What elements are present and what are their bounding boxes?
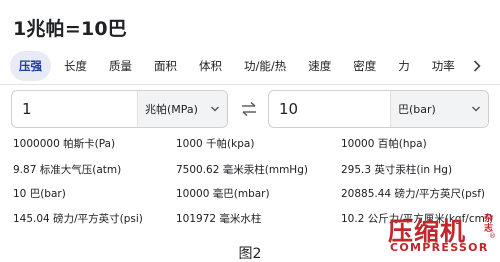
- to-value-field[interactable]: 10 巴(bar): [268, 90, 489, 128]
- result-item: 7500.62 毫米汞柱(mmHg): [176, 164, 308, 176]
- swap-arrows-icon[interactable]: [239, 99, 259, 119]
- tab-volume[interactable]: 体积: [190, 51, 231, 81]
- from-value-field[interactable]: 1 兆帕(MPa): [11, 90, 228, 128]
- tab-speed[interactable]: 速度: [299, 51, 340, 81]
- tab-density[interactable]: 密度: [344, 51, 385, 81]
- tab-area[interactable]: 面积: [145, 51, 186, 81]
- result-row: 9.87 标准大气压(atm) 7500.62 毫米汞柱(mmHg) 295.3…: [13, 162, 493, 180]
- category-tabs: 压强 长度 质量 面积 体积 功/能/热 速度 密度 力 功率: [10, 49, 490, 83]
- logo-text-sub: 杂志: [484, 214, 494, 234]
- tab-length[interactable]: 长度: [55, 51, 96, 81]
- logo-text-en: COMPRESSOR: [390, 241, 489, 254]
- tab-energy[interactable]: 功/能/热: [235, 51, 295, 81]
- result-item: 20885.44 磅力/平方英尺(psf): [341, 188, 486, 200]
- result-item: 10000 毫巴(mbar): [176, 188, 270, 200]
- result-item: 1000 千帕(kpa): [176, 138, 255, 150]
- result-item: 10 巴(bar): [13, 188, 66, 200]
- unit-converter-card: 1兆帕=10巴 压强 长度 质量 面积 体积 功/能/热 速度 密度 力 功率 …: [0, 0, 500, 236]
- result-item: 1000000 帕斯卡(Pa): [13, 138, 116, 150]
- compressor-magazine-logo: 压缩机 杂志 ® COMPRESSOR: [384, 212, 496, 256]
- tab-pressure[interactable]: 压强: [10, 51, 51, 81]
- result-item: 10000 百帕(hpa): [341, 138, 427, 150]
- to-unit-select[interactable]: 巴(bar): [390, 91, 488, 127]
- to-value-input[interactable]: 10: [279, 100, 298, 118]
- tab-force[interactable]: 力: [389, 51, 419, 81]
- from-unit-label: 兆帕(MPa): [145, 103, 198, 116]
- result-row: 1000000 帕斯卡(Pa) 1000 千帕(kpa) 10000 百帕(hp…: [13, 136, 493, 154]
- tab-power[interactable]: 功率: [423, 51, 464, 81]
- from-value-input[interactable]: 1: [22, 100, 32, 118]
- chevron-right-icon[interactable]: [464, 52, 490, 80]
- result-item: 9.87 标准大气压(atm): [13, 164, 122, 176]
- result-item: 145.04 磅力/平方英寸(psi): [13, 213, 143, 225]
- chevron-down-icon: [211, 106, 219, 112]
- tab-mass[interactable]: 质量: [100, 51, 141, 81]
- to-unit-label: 巴(bar): [398, 103, 436, 116]
- divider: [0, 84, 500, 85]
- result-item: 295.3 英寸汞柱(in Hg): [341, 164, 453, 176]
- page-title: 1兆帕=10巴: [13, 18, 127, 40]
- chevron-down-icon: [472, 106, 480, 112]
- registered-mark: ®: [489, 232, 496, 240]
- from-unit-select[interactable]: 兆帕(MPa): [137, 91, 227, 127]
- result-row: 10 巴(bar) 10000 毫巴(mbar) 20885.44 磅力/平方英…: [13, 186, 493, 204]
- result-item: 101972 毫米水柱: [176, 213, 262, 225]
